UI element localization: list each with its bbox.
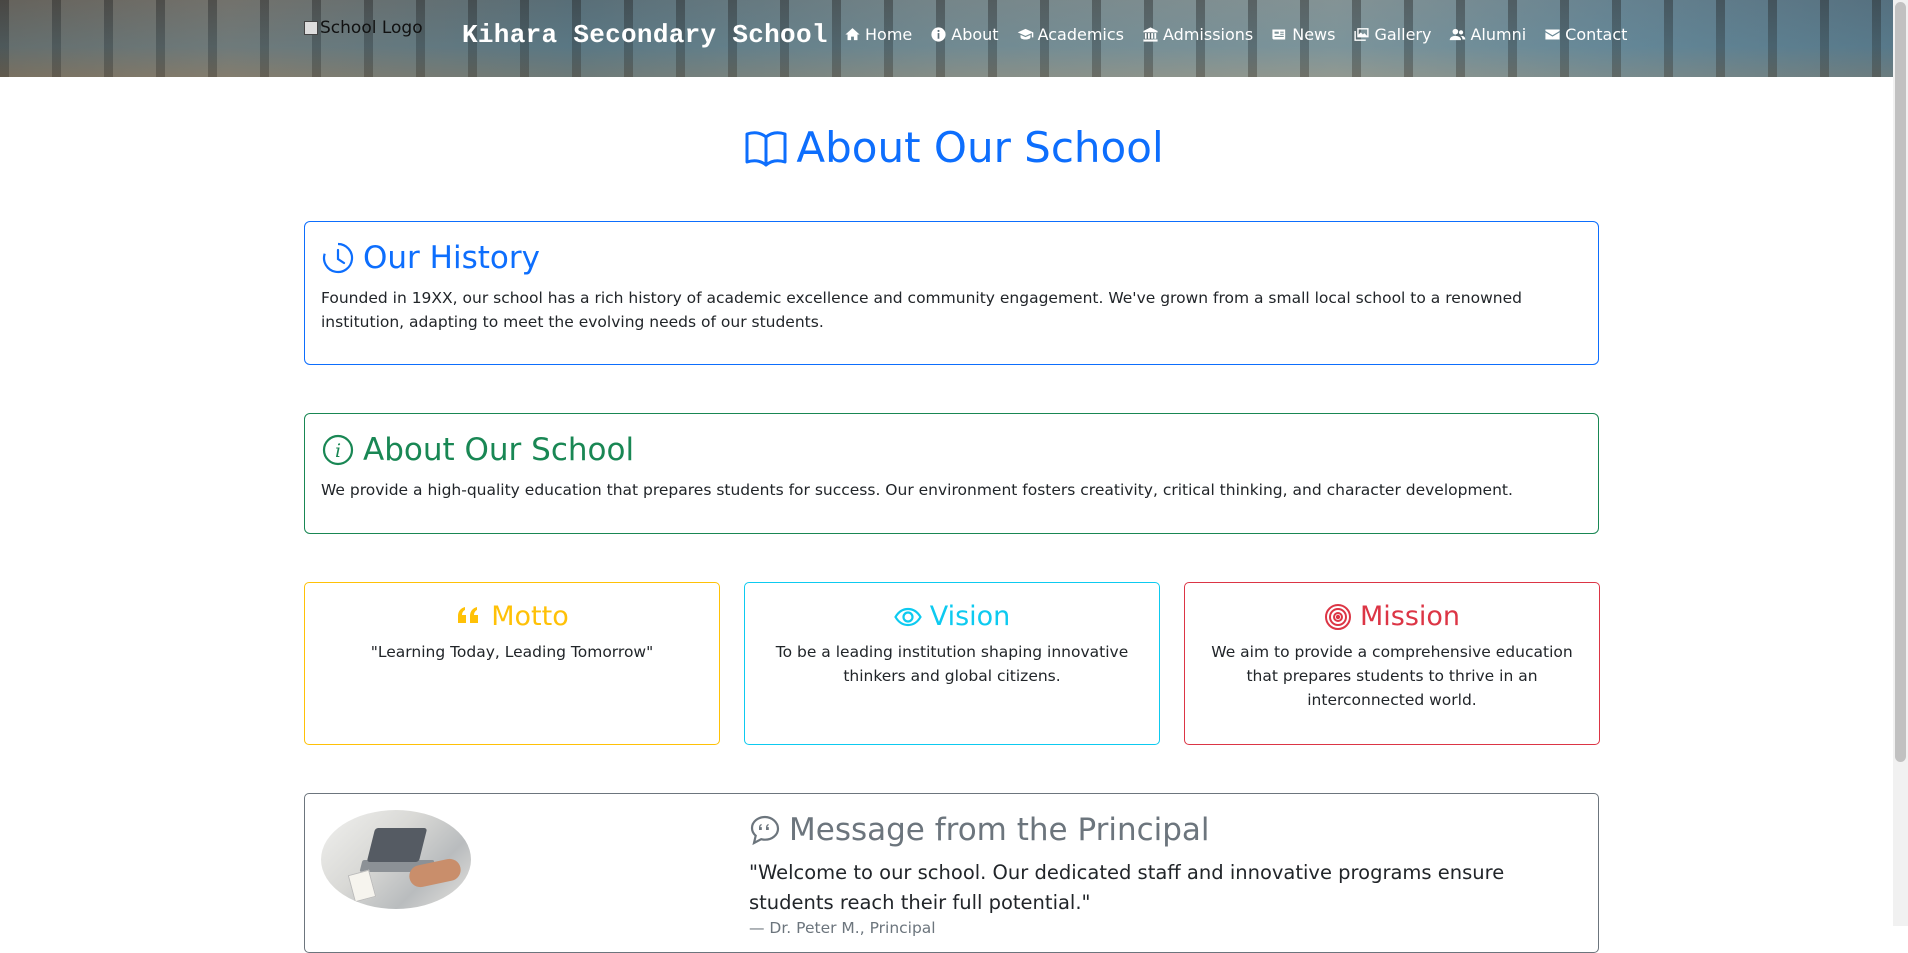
- images-icon: [1354, 28, 1370, 41]
- nav-gallery-label: Gallery: [1374, 25, 1432, 44]
- eye-icon: [893, 607, 922, 627]
- mission-text: We aim to provide a comprehensive educat…: [1211, 643, 1573, 709]
- vision-title: Vision: [929, 601, 1011, 632]
- main-nav: Home About Academics Admissions News Gal…: [844, 25, 1645, 44]
- book-open-icon: [745, 131, 787, 167]
- svg-text:i: i: [335, 440, 341, 462]
- principal-signature: — Dr. Peter M., Principal: [749, 919, 936, 937]
- about-card: i About Our School We provide a high-qua…: [304, 413, 1599, 534]
- info-icon: [931, 27, 946, 42]
- users-icon: [1450, 28, 1466, 41]
- nav-about[interactable]: About: [930, 25, 1006, 44]
- nav-alumni[interactable]: Alumni: [1449, 25, 1534, 44]
- clock-icon: [322, 242, 354, 274]
- nav-contact[interactable]: Contact: [1544, 25, 1635, 44]
- graduation-cap-icon: [1017, 28, 1033, 40]
- target-icon: [1324, 604, 1351, 630]
- nav-admissions-label: Admissions: [1163, 25, 1254, 44]
- motto-title: Motto: [491, 601, 569, 632]
- vision-card: Vision To be a leading institution shapi…: [744, 582, 1160, 745]
- scrollbar[interactable]: [1893, 0, 1908, 926]
- home-icon: [845, 28, 860, 41]
- school-logo[interactable]: School Logo: [304, 16, 423, 40]
- page-title: About Our School: [0, 122, 1908, 174]
- about-text: We provide a high-quality education that…: [321, 481, 1513, 499]
- principal-quote: "Welcome to our school. Our dedicated st…: [749, 861, 1505, 914]
- about-heading: i About Our School: [321, 430, 1582, 470]
- mission-heading: Mission: [1205, 599, 1579, 635]
- about-title: About Our School: [363, 432, 635, 468]
- principal-card: Message from the Principal "Welcome to o…: [304, 793, 1599, 953]
- logo-alt-text: School Logo: [320, 18, 423, 38]
- nav-gallery[interactable]: Gallery: [1353, 25, 1439, 44]
- nav-news[interactable]: News: [1271, 25, 1343, 44]
- nav-home-label: Home: [865, 25, 913, 44]
- mission-title: Mission: [1359, 601, 1461, 632]
- history-text: Founded in 19XX, our school has a rich h…: [321, 289, 1522, 331]
- nav-academics-label: Academics: [1037, 25, 1124, 44]
- history-heading: Our History: [321, 238, 1582, 278]
- nav-news-label: News: [1292, 25, 1336, 44]
- nav-home[interactable]: Home: [844, 25, 920, 44]
- mission-card: Mission We aim to provide a comprehensiv…: [1184, 582, 1600, 745]
- brand-name[interactable]: Kihara Secondary School: [462, 20, 828, 50]
- page-title-text: About Our School: [796, 123, 1164, 172]
- info-circle-icon: i: [322, 434, 354, 466]
- principal-title: Message from the Principal: [789, 812, 1210, 848]
- envelope-icon: [1545, 29, 1560, 40]
- motto-text: "Learning Today, Leading Tomorrow": [370, 643, 654, 661]
- vision-heading: Vision: [765, 599, 1139, 635]
- principal-photo: [321, 810, 471, 909]
- nav-alumni-label: Alumni: [1470, 25, 1527, 44]
- principal-heading: Message from the Principal: [749, 810, 1210, 850]
- nav-admissions[interactable]: Admissions: [1142, 25, 1261, 44]
- scrollbar-thumb[interactable]: [1895, 2, 1906, 762]
- comment-quote-icon: [750, 815, 780, 846]
- history-card: Our History Founded in 19XX, our school …: [304, 221, 1599, 365]
- broken-image-icon: [304, 21, 318, 35]
- motto-heading: Motto: [325, 599, 699, 635]
- university-icon: [1143, 27, 1158, 42]
- site-header: School Logo Kihara Secondary School Home…: [0, 0, 1908, 77]
- motto-card: Motto "Learning Today, Leading Tomorrow": [304, 582, 720, 745]
- nav-about-label: About: [951, 25, 999, 44]
- nav-academics[interactable]: Academics: [1017, 25, 1132, 44]
- vision-text: To be a leading institution shaping inno…: [775, 643, 1129, 685]
- nav-contact-label: Contact: [1565, 25, 1628, 44]
- quote-left-icon: [458, 607, 479, 623]
- newspaper-icon: [1272, 29, 1286, 40]
- history-title: Our History: [363, 240, 540, 276]
